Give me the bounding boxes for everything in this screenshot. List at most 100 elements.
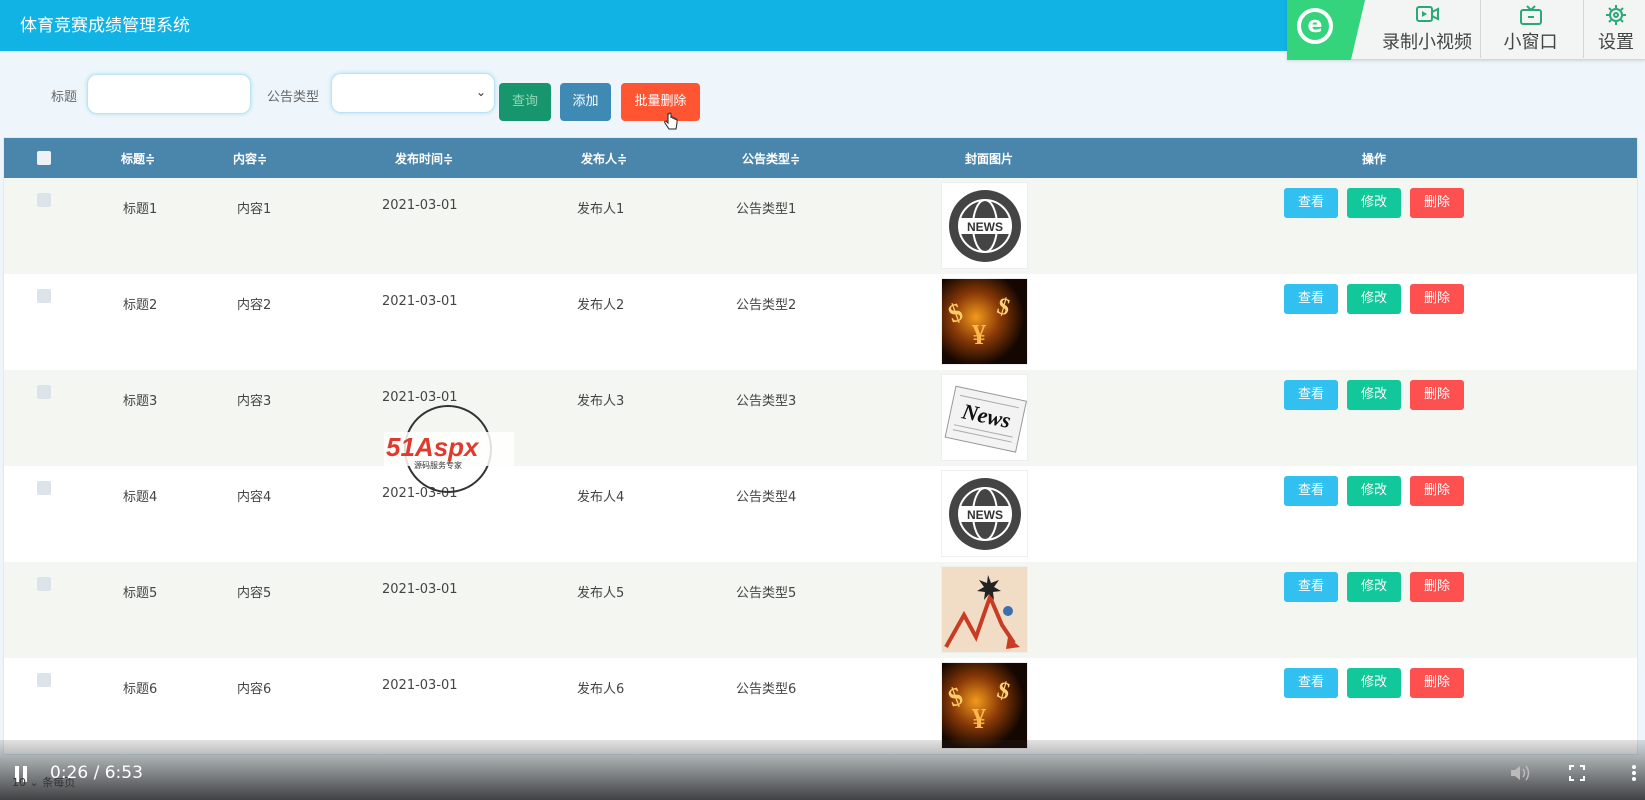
table-row: 标题3 内容3 2021-03-01 发布人3 公告类型3 News 查看 修改…	[4, 370, 1637, 466]
gear-icon	[1606, 5, 1626, 25]
cell-title: 标题6	[123, 682, 158, 697]
cell-title: 标题2	[123, 298, 158, 313]
cell-publisher: 发布人4	[577, 490, 625, 505]
search-button[interactable]: 查询	[499, 83, 551, 121]
mini-window-button[interactable]: 小窗口	[1483, 0, 1578, 60]
row-checkbox[interactable]	[37, 673, 51, 687]
fullscreen-icon[interactable]	[1569, 765, 1585, 781]
table-row: 标题4 内容4 2021-03-01 发布人4 公告类型4 NEWS 查看 修改…	[4, 466, 1637, 562]
cover-image-news-globe[interactable]: NEWS	[941, 470, 1028, 557]
batch-delete-button[interactable]: 批量删除	[621, 83, 700, 121]
search-bar: 标题 公告类型 ⌄ 查询 添加 批量删除	[0, 60, 1645, 134]
hand-cursor-icon	[664, 112, 678, 130]
row-checkbox[interactable]	[37, 577, 51, 591]
cover-image-chart-down[interactable]	[941, 566, 1028, 653]
column-header-content[interactable]: 内容≑	[220, 150, 280, 167]
delete-button[interactable]: 删除	[1410, 188, 1464, 218]
watermark-logo: 51Aspx 源码服务专家	[384, 405, 514, 493]
cell-publisher: 发布人2	[577, 298, 625, 313]
delete-button[interactable]: 删除	[1410, 380, 1464, 410]
volume-icon[interactable]	[1509, 764, 1531, 782]
view-button[interactable]: 查看	[1284, 284, 1338, 314]
cover-image-newspaper[interactable]: News	[941, 374, 1028, 461]
cell-date: 2021-03-01	[382, 294, 458, 309]
svg-text:51Aspx: 51Aspx	[386, 432, 480, 462]
extension-logo-icon[interactable]: e	[1287, 0, 1365, 60]
svg-text:$: $	[994, 677, 1012, 705]
video-record-icon	[1416, 6, 1439, 22]
cover-image-news-globe[interactable]: NEWS	[941, 182, 1028, 269]
svg-text:$: $	[994, 293, 1012, 321]
chevron-down-icon: ⌄	[475, 85, 486, 99]
delete-button[interactable]: 删除	[1410, 668, 1464, 698]
svg-text:¥: ¥	[972, 320, 986, 351]
select-all-checkbox[interactable]	[37, 151, 51, 165]
cell-type: 公告类型6	[736, 682, 797, 697]
cell-title: 标题5	[123, 586, 158, 601]
cell-type: 公告类型4	[736, 490, 797, 505]
column-header-type[interactable]: 公告类型≑	[721, 150, 821, 167]
cell-content: 内容4	[237, 490, 272, 505]
column-header-publisher[interactable]: 发布人≑	[566, 150, 642, 167]
notice-table: 标题≑ 内容≑ 发布时间≑ 发布人≑ 公告类型≑ 封面图片 操作 标题1 内容1…	[3, 137, 1638, 755]
svg-text:$: $	[944, 681, 966, 713]
cell-type: 公告类型3	[736, 394, 797, 409]
type-select[interactable]: ⌄	[331, 73, 495, 113]
more-options-icon[interactable]	[1631, 764, 1637, 782]
app-title: 体育竞赛成绩管理系统	[20, 16, 190, 36]
svg-text:源码服务专家: 源码服务专家	[414, 460, 462, 470]
cover-image-money-fire[interactable]: $ ¥ $	[941, 662, 1028, 749]
edit-button[interactable]: 修改	[1347, 572, 1401, 602]
svg-text:$: $	[944, 297, 966, 329]
toolbar-divider	[1480, 0, 1481, 58]
cell-content: 内容3	[237, 394, 272, 409]
row-checkbox[interactable]	[37, 289, 51, 303]
delete-button[interactable]: 删除	[1410, 476, 1464, 506]
tv-icon	[1519, 5, 1542, 25]
cell-content: 内容5	[237, 586, 272, 601]
table-row: 标题1 内容1 2021-03-01 发布人1 公告类型1 NEWS 查看 修改…	[4, 178, 1637, 274]
record-video-button[interactable]: 录制小视频	[1367, 0, 1487, 60]
row-checkbox[interactable]	[37, 385, 51, 399]
cell-title: 标题3	[123, 394, 158, 409]
delete-button[interactable]: 删除	[1410, 572, 1464, 602]
edit-button[interactable]: 修改	[1347, 476, 1401, 506]
svg-text:¥: ¥	[972, 704, 986, 735]
row-checkbox[interactable]	[37, 193, 51, 207]
svg-text:NEWS: NEWS	[967, 220, 1003, 234]
cell-publisher: 发布人6	[577, 682, 625, 697]
cell-type: 公告类型2	[736, 298, 797, 313]
type-filter-label: 公告类型	[267, 90, 320, 105]
cell-date: 2021-03-01	[382, 198, 458, 213]
cell-publisher: 发布人3	[577, 394, 625, 409]
view-button[interactable]: 查看	[1284, 572, 1338, 602]
view-button[interactable]: 查看	[1284, 476, 1338, 506]
delete-button[interactable]: 删除	[1410, 284, 1464, 314]
view-button[interactable]: 查看	[1284, 380, 1338, 410]
cell-title: 标题4	[123, 490, 158, 505]
settings-button[interactable]: 设置	[1587, 0, 1645, 60]
view-button[interactable]: 查看	[1284, 668, 1338, 698]
table-header: 标题≑ 内容≑ 发布时间≑ 发布人≑ 公告类型≑ 封面图片 操作	[4, 138, 1637, 178]
cell-content: 内容6	[237, 682, 272, 697]
cell-content: 内容2	[237, 298, 272, 313]
cell-type: 公告类型1	[736, 202, 797, 217]
cover-image-money-fire[interactable]: $ ¥ $	[941, 278, 1028, 365]
title-search-input[interactable]	[87, 74, 251, 114]
column-header-actions: 操作	[1361, 152, 1386, 166]
cell-content: 内容1	[237, 202, 272, 217]
column-header-title[interactable]: 标题≑	[108, 150, 168, 167]
edit-button[interactable]: 修改	[1347, 380, 1401, 410]
row-checkbox[interactable]	[37, 481, 51, 495]
cell-title: 标题1	[123, 202, 158, 217]
cell-date: 2021-03-01	[382, 390, 458, 405]
cell-publisher: 发布人1	[577, 202, 625, 217]
column-header-date[interactable]: 发布时间≑	[364, 150, 484, 167]
edit-button[interactable]: 修改	[1347, 668, 1401, 698]
cell-date: 2021-03-01	[382, 678, 458, 693]
view-button[interactable]: 查看	[1284, 188, 1338, 218]
add-button[interactable]: 添加	[560, 83, 611, 121]
edit-button[interactable]: 修改	[1347, 188, 1401, 218]
video-control-bar: 10 ⌄ 条每页 0:26 / 6:53	[0, 740, 1645, 800]
edit-button[interactable]: 修改	[1347, 284, 1401, 314]
